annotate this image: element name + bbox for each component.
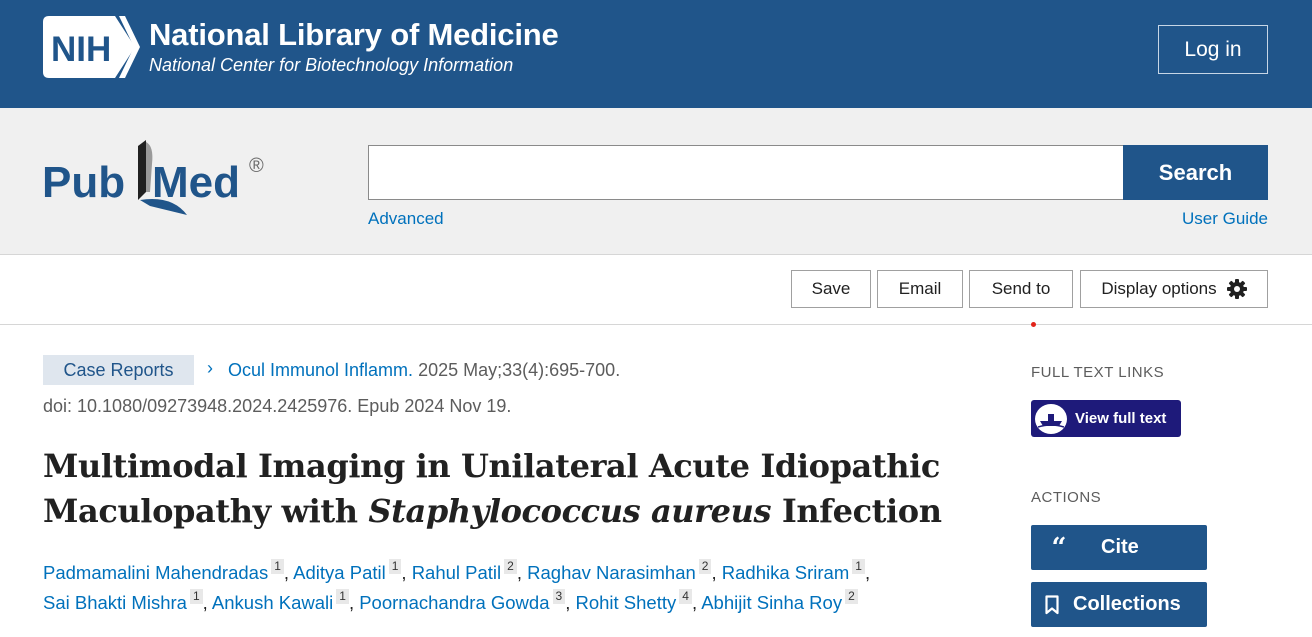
quote-icon: “ bbox=[1051, 532, 1067, 563]
search-input[interactable] bbox=[368, 145, 1124, 200]
send-to-button-label: Send to bbox=[991, 279, 1051, 298]
affiliation-marker[interactable]: 2 bbox=[698, 559, 712, 574]
chevron-right-icon: › bbox=[207, 358, 213, 378]
org-title[interactable]: National Library of Medicine bbox=[149, 17, 559, 53]
publication-type-badge[interactable]: Case Reports bbox=[43, 355, 194, 385]
nih-logo[interactable]: NIH bbox=[43, 16, 140, 78]
author-link[interactable]: Rahul Patil bbox=[412, 562, 501, 583]
author-link[interactable]: Ankush Kawali bbox=[212, 592, 333, 613]
user-guide-link[interactable]: User Guide bbox=[1182, 209, 1268, 229]
affiliation-marker[interactable]: 2 bbox=[504, 559, 517, 574]
nih-logo-text: NIH bbox=[51, 30, 111, 69]
pubmed-logo-left: Pub bbox=[42, 158, 125, 207]
affiliation-marker[interactable]: 1 bbox=[388, 559, 402, 574]
save-button-label: Save bbox=[811, 279, 851, 298]
affiliation-marker[interactable]: 3 bbox=[552, 589, 566, 604]
pubmed-logo-right: Med bbox=[152, 158, 240, 207]
affiliation-marker[interactable]: 1 bbox=[189, 589, 203, 604]
pubmed-logo[interactable]: Pub Med ® bbox=[42, 140, 272, 220]
article-toolbar: Save Email Send to Display options bbox=[0, 255, 1312, 325]
affiliation-marker[interactable]: 1 bbox=[336, 589, 349, 604]
article-title: Multimodal Imaging in Unilateral Acute I… bbox=[43, 444, 943, 534]
collections-button[interactable]: Collections bbox=[1031, 582, 1207, 627]
cite-label: Cite bbox=[1101, 536, 1139, 558]
collections-label: Collections bbox=[1073, 593, 1181, 615]
author-link[interactable]: Padmamalini Mahendradas bbox=[43, 562, 268, 583]
view-full-text-label: View full text bbox=[1075, 410, 1167, 427]
affiliation-marker[interactable]: 2 bbox=[845, 589, 858, 604]
bookmark-icon bbox=[1031, 594, 1073, 615]
author-link[interactable]: Abhijit Sinha Roy bbox=[701, 592, 842, 613]
affiliation-marker[interactable]: 1 bbox=[271, 559, 284, 574]
search-button[interactable]: Search bbox=[1123, 145, 1268, 200]
send-to-button[interactable]: Send to bbox=[969, 270, 1073, 308]
author-link[interactable]: Radhika Sriram bbox=[722, 562, 850, 583]
org-subtitle[interactable]: National Center for Biotechnology Inform… bbox=[149, 55, 513, 76]
cite-button[interactable]: “ Cite bbox=[1031, 525, 1207, 570]
author-link[interactable]: Raghav Narasimhan bbox=[527, 562, 696, 583]
title-part-2: Infection bbox=[771, 492, 942, 530]
doi-line: doi: 10.1080/09273948.2024.2425976. Epub… bbox=[43, 396, 512, 416]
author-link[interactable]: Rohit Shetty bbox=[575, 592, 676, 613]
citation-details: 2025 May;33(4):695-700. bbox=[418, 360, 621, 380]
author-list: Padmamalini Mahendradas 1, Aditya Patil 1,… bbox=[43, 559, 871, 613]
journal-citation: Ocul Immunol Inflamm. 2025 May;33(4):695… bbox=[228, 360, 620, 381]
gear-icon bbox=[1226, 279, 1247, 299]
registered-mark: ® bbox=[249, 155, 264, 177]
title-italic: Staphylococcus aureus bbox=[368, 492, 772, 530]
publisher-logo-icon bbox=[1035, 403, 1067, 434]
display-options-button[interactable]: Display options bbox=[1080, 270, 1268, 308]
email-button-label: Email bbox=[898, 279, 942, 298]
view-full-text-button[interactable]: View full text bbox=[1031, 400, 1181, 437]
notification-dot bbox=[1031, 322, 1036, 327]
display-options-label: Display options bbox=[1101, 279, 1217, 298]
nih-header: NIH National Library of Medicine Nationa… bbox=[0, 0, 1312, 108]
save-button[interactable]: Save bbox=[791, 270, 871, 308]
email-button[interactable]: Email bbox=[877, 270, 963, 308]
author-link[interactable]: Aditya Patil bbox=[293, 562, 386, 583]
advanced-search-link[interactable]: Advanced bbox=[368, 209, 444, 229]
login-button[interactable]: Log in bbox=[1158, 25, 1268, 74]
affiliation-marker[interactable]: 4 bbox=[679, 589, 692, 604]
actions-heading: ACTIONS bbox=[1031, 489, 1102, 506]
journal-link[interactable]: Ocul Immunol Inflamm. bbox=[228, 360, 413, 380]
full-text-links-heading: FULL TEXT LINKS bbox=[1031, 364, 1165, 381]
affiliation-marker[interactable]: 1 bbox=[852, 559, 865, 574]
author-link[interactable]: Sai Bhakti Mishra bbox=[43, 592, 187, 613]
author-link[interactable]: Poornachandra Gowda bbox=[359, 592, 549, 613]
